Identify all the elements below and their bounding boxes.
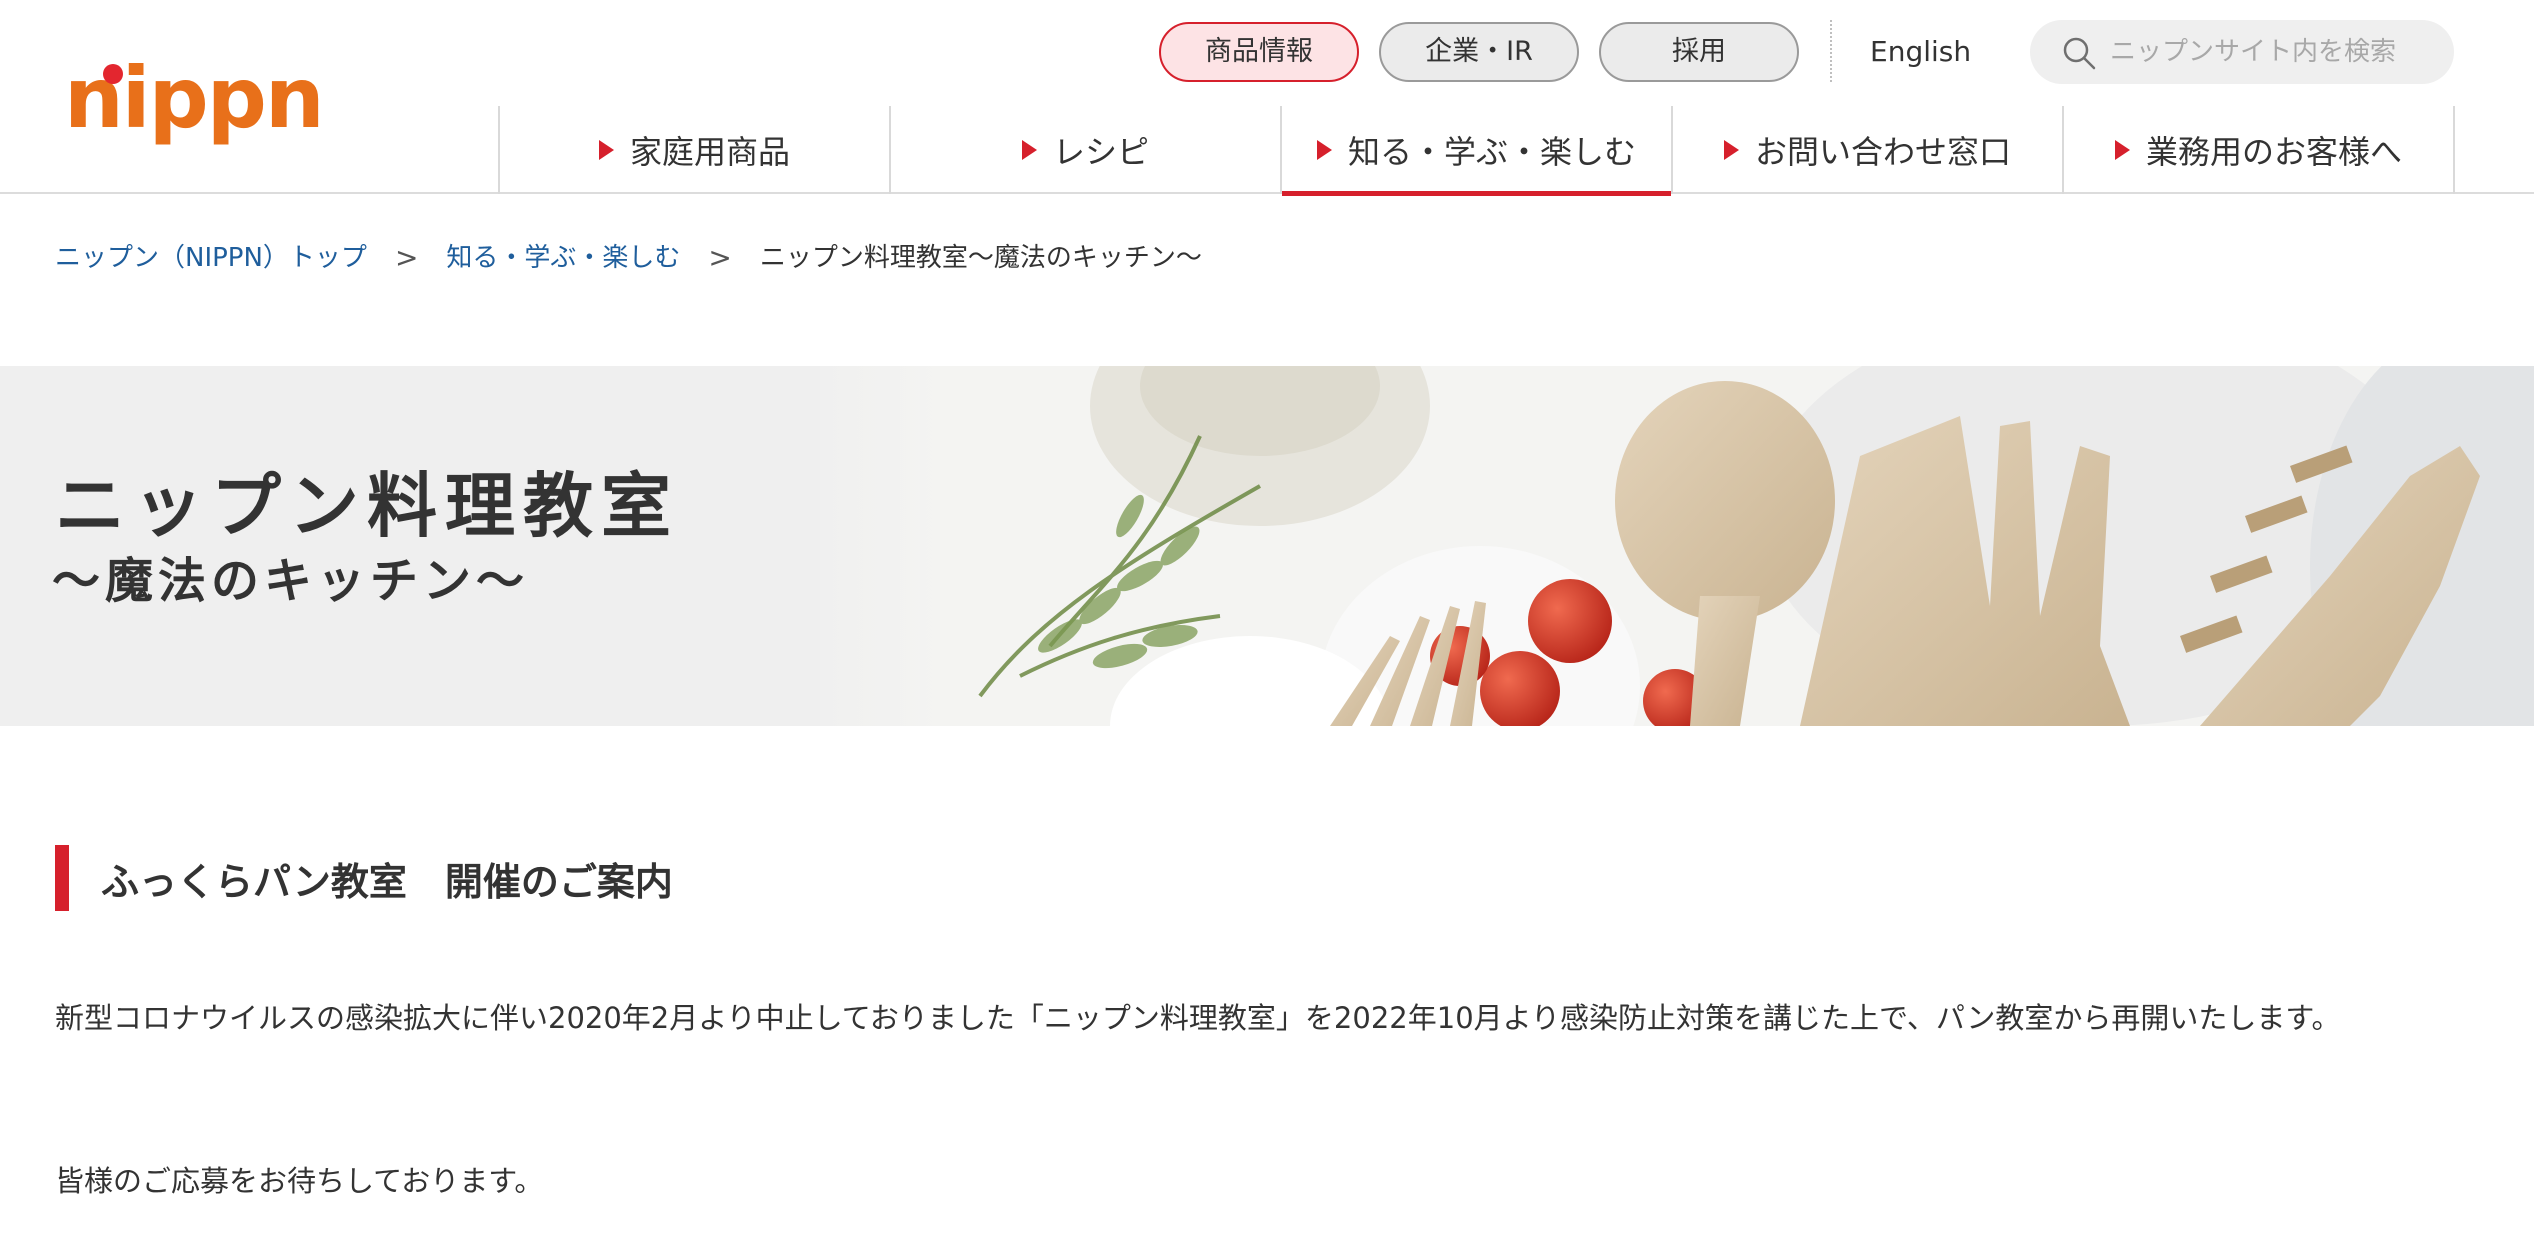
- gnav-label: 業務用のお客様へ: [2145, 133, 2402, 171]
- announcement-paragraph: 新型コロナウイルスの感染拡大に伴い2020年2月より中止しておりました「ニップン…: [55, 1001, 2341, 1035]
- global-nav: 家庭用商品 レシピ 知る・学ぶ・楽しむ お問い合わせ窓口 業務用のお客様へ: [498, 106, 2455, 196]
- triangle-right-icon: [598, 140, 614, 160]
- hero-subtitle: 〜魔法のキッチン〜: [52, 553, 530, 609]
- heading-accent-bar: [55, 845, 69, 911]
- gnav-label: 知る・学ぶ・楽しむ: [1347, 133, 1636, 171]
- util-nav-corporate-ir[interactable]: 企業・IR: [1379, 22, 1579, 82]
- breadcrumb-home-link[interactable]: ニップン（NIPPN）トップ: [55, 238, 367, 278]
- hero-banner: ニップン料理教室 〜魔法のキッチン〜: [0, 366, 2534, 726]
- triangle-right-icon: [1316, 140, 1332, 160]
- invitation-paragraph: 皆様のご応募をお待ちしております。: [55, 1164, 544, 1198]
- english-link[interactable]: English: [1870, 32, 1971, 72]
- breadcrumb-separator: >: [394, 241, 419, 274]
- search-input[interactable]: [2110, 20, 2440, 84]
- site-header: nippn 商品情報 企業・IR 採用 English 家庭用商品 レシピ 知る…: [0, 0, 2534, 196]
- gnav-item-contact[interactable]: お問い合わせ窓口: [1671, 106, 2062, 194]
- site-search: [2030, 20, 2454, 84]
- util-nav-recruit[interactable]: 採用: [1599, 22, 1799, 82]
- gnav-label: レシピ: [1052, 133, 1149, 171]
- gnav-item-business[interactable]: 業務用のお客様へ: [2062, 106, 2455, 194]
- breadcrumb-separator: >: [708, 241, 732, 274]
- util-nav-products[interactable]: 商品情報: [1159, 22, 1359, 82]
- section-heading: ふっくらパン教室 開催のご案内: [55, 845, 673, 911]
- triangle-right-icon: [1723, 140, 1739, 160]
- gnav-item-household-products[interactable]: 家庭用商品: [498, 106, 889, 194]
- triangle-right-icon: [1021, 140, 1037, 160]
- breadcrumb-learn-link[interactable]: 知る・学ぶ・楽しむ: [446, 238, 680, 278]
- triangle-right-icon: [2114, 140, 2130, 160]
- hero-title: ニップン料理教室: [55, 465, 679, 547]
- logo-text: nippn: [64, 49, 325, 147]
- gnav-label: お問い合わせ窓口: [1754, 133, 2011, 171]
- search-icon[interactable]: [2062, 36, 2096, 70]
- logo-dot: [103, 64, 123, 84]
- nippn-logo[interactable]: nippn: [64, 48, 325, 148]
- util-divider: [1830, 20, 1832, 82]
- gnav-item-recipes[interactable]: レシピ: [889, 106, 1280, 194]
- gnav-label: 家庭用商品: [629, 133, 790, 171]
- section-heading-text: ふっくらパン教室 開催のご案内: [101, 859, 673, 904]
- breadcrumb-current: ニップン料理教室〜魔法のキッチン〜: [759, 243, 1202, 273]
- gnav-item-learn-enjoy[interactable]: 知る・学ぶ・楽しむ: [1280, 106, 1671, 196]
- breadcrumb: ニップン（NIPPN）トップ > 知る・学ぶ・楽しむ > ニップン料理教室〜魔法…: [55, 238, 1202, 278]
